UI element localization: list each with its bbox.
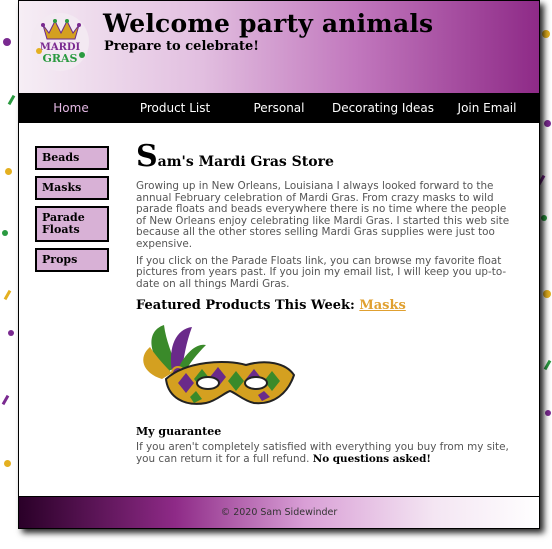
sidebar: Beads Masks Parade Floats Props <box>35 146 109 278</box>
featured-label: Featured Products This Week: <box>136 298 360 314</box>
site-title: Welcome party animals <box>103 9 434 38</box>
store-title-rest: am's Mardi Gras Store <box>157 154 334 170</box>
guarantee-emphasis: No questions asked! <box>312 452 431 465</box>
copyright-text: © 2020 Sam Sidewinder <box>220 507 338 518</box>
sidebar-item-parade-floats[interactable]: Parade Floats <box>35 206 109 242</box>
sidebar-item-beads[interactable]: Beads <box>35 146 109 170</box>
featured-products: Featured Products This Week: Masks <box>136 298 516 313</box>
nav-join-email[interactable]: Join Email <box>435 101 539 115</box>
main-content-area: Beads Masks Parade Floats Props Sam's Ma… <box>19 123 539 497</box>
page-container: MARDI GRAS Welcome party animals Prepare… <box>18 0 540 529</box>
nav-product-list[interactable]: Product List <box>123 101 227 115</box>
guarantee-text: If you aren't completely satisfied with … <box>136 442 516 465</box>
floats-paragraph: If you click on the Parade Floats link, … <box>136 254 507 290</box>
store-title-initial: S <box>136 139 158 174</box>
mardi-gras-logo: MARDI GRAS <box>29 11 91 73</box>
site-footer: © 2020 Sam Sidewinder <box>19 496 539 528</box>
nav-personal[interactable]: Personal <box>227 101 331 115</box>
nav-home[interactable]: Home <box>19 101 123 115</box>
svg-text:GRAS: GRAS <box>42 52 77 65</box>
featured-masks-link[interactable]: Masks <box>359 298 405 313</box>
sidebar-item-props[interactable]: Props <box>35 248 109 272</box>
store-title: Sam's Mardi Gras Store <box>136 142 516 172</box>
intro-paragraph: Growing up in New Orleans, Louisiana I a… <box>136 180 510 250</box>
main-article: Sam's Mardi Gras Store Growing up in New… <box>136 142 516 466</box>
main-navigation: Home Product List Personal Decorating Id… <box>19 94 539 123</box>
mardi-gras-mask-image <box>143 325 296 406</box>
guarantee-heading: My guarantee <box>136 425 222 439</box>
site-subtitle: Prepare to celebrate! <box>104 39 259 54</box>
nav-decorating-ideas[interactable]: Decorating Ideas <box>331 101 435 115</box>
sidebar-item-masks[interactable]: Masks <box>35 176 109 200</box>
site-header: MARDI GRAS Welcome party animals Prepare… <box>19 1 539 94</box>
